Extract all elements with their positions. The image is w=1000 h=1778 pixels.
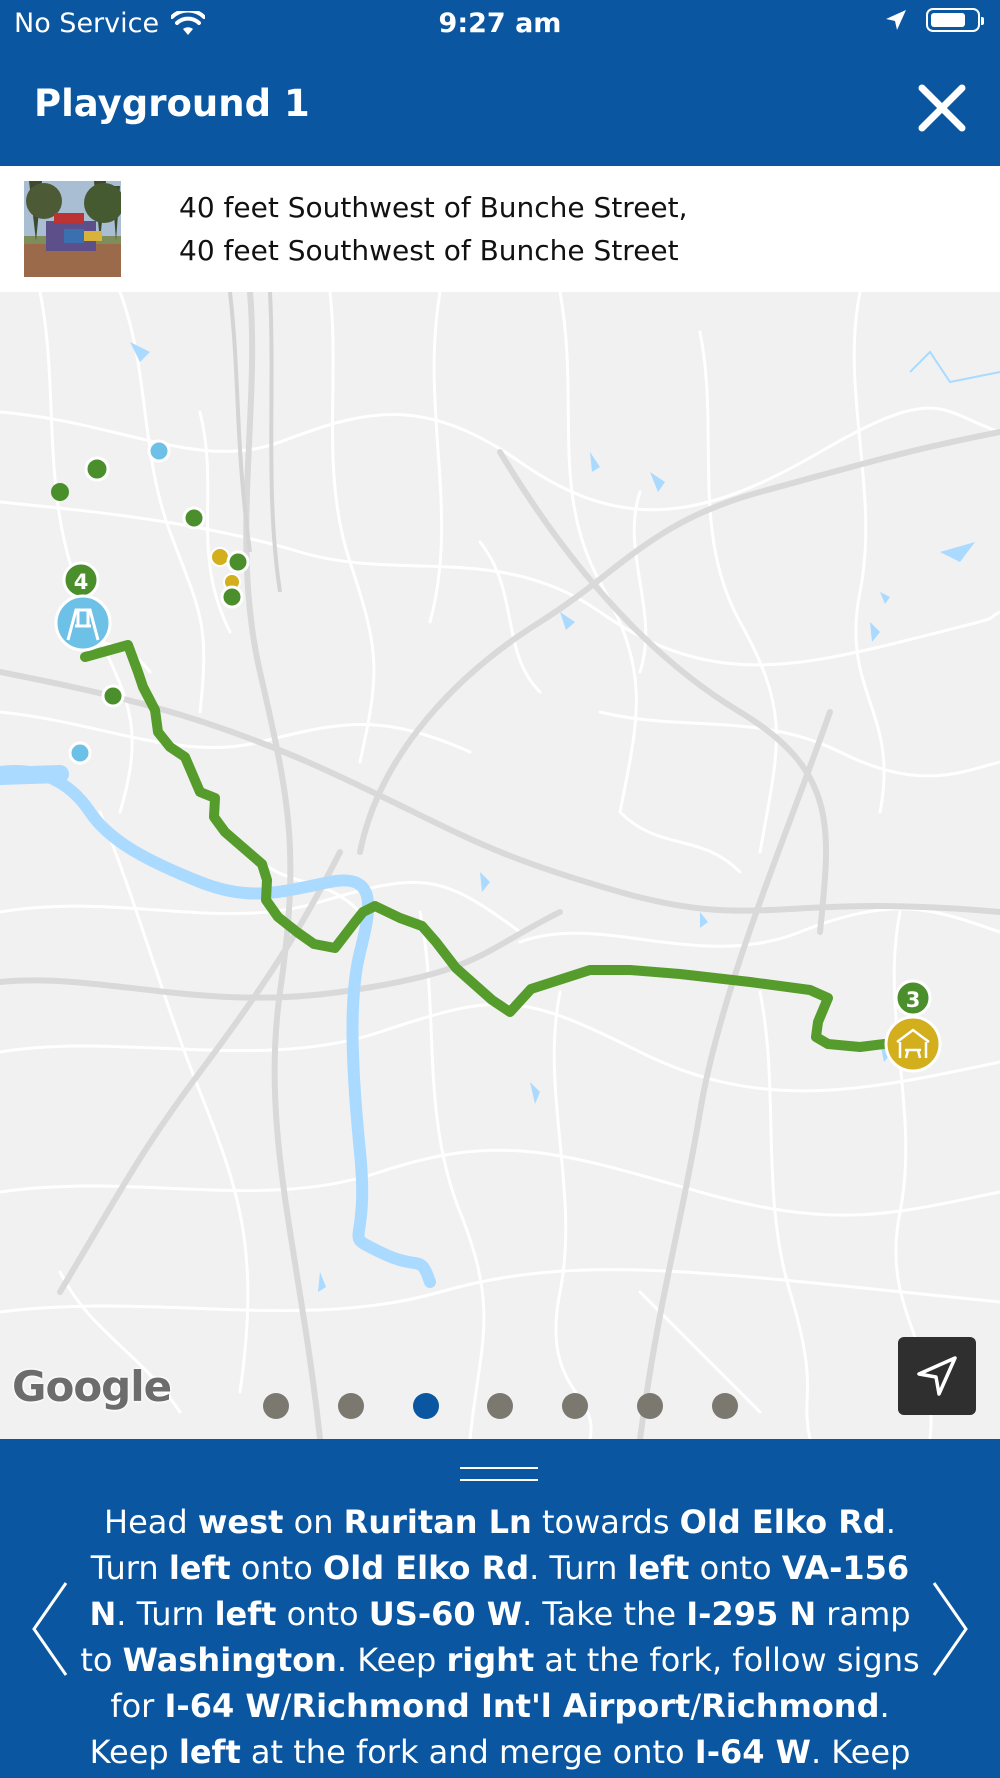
direction-keyword: Old Elko Rd bbox=[679, 1503, 886, 1541]
direction-keyword: left bbox=[214, 1595, 277, 1633]
battery-icon bbox=[926, 8, 984, 32]
status-bar: No Service 9:27 am bbox=[0, 0, 1000, 48]
address-line-2: 40 feet Southwest of Bunche Street bbox=[179, 234, 679, 267]
navigation-arrow-icon bbox=[917, 1356, 957, 1396]
direction-keyword: Ruritan Ln bbox=[343, 1503, 532, 1541]
direction-text: / bbox=[280, 1687, 292, 1725]
location-arrow-icon bbox=[886, 10, 906, 30]
direction-text: towards bbox=[531, 1503, 680, 1541]
direction-keyword: Old Elko Rd bbox=[323, 1549, 530, 1587]
header: Playground 1 bbox=[0, 48, 1000, 166]
status-icons bbox=[884, 8, 984, 32]
address-line-1: 40 feet Southwest of Bunche Street, bbox=[179, 191, 688, 224]
direction-text: on bbox=[283, 1503, 344, 1541]
direction-keyword: Washington bbox=[122, 1641, 337, 1679]
page-indicator[interactable] bbox=[0, 1393, 1000, 1419]
direction-keyword: Richmond bbox=[701, 1687, 880, 1725]
page-dot-6[interactable] bbox=[637, 1393, 663, 1419]
direction-keyword: west bbox=[197, 1503, 284, 1541]
page-dot-7[interactable] bbox=[712, 1393, 738, 1419]
direction-text: onto bbox=[276, 1595, 369, 1633]
direction-text: / bbox=[690, 1687, 702, 1725]
direction-text: onto bbox=[689, 1549, 782, 1587]
clock: 9:27 am bbox=[438, 8, 562, 39]
direction-keyword: I-64 W bbox=[164, 1687, 281, 1725]
page-dot-1[interactable] bbox=[263, 1393, 289, 1419]
page-title: Playground 1 bbox=[34, 82, 310, 125]
my-location-button[interactable] bbox=[898, 1337, 976, 1415]
close-icon[interactable] bbox=[916, 82, 968, 134]
page-dot-3[interactable] bbox=[413, 1393, 439, 1419]
direction-text: . Keep bbox=[336, 1641, 447, 1679]
page-dot-2[interactable] bbox=[338, 1393, 364, 1419]
direction-text: at the fork and merge onto bbox=[240, 1733, 695, 1771]
playground-photo[interactable] bbox=[24, 181, 121, 277]
directions-panel: Head west on Ruritan Ln towards Old Elko… bbox=[0, 1439, 1000, 1778]
direction-keyword: I-295 N bbox=[686, 1595, 817, 1633]
direction-keyword: left bbox=[627, 1549, 690, 1587]
directions-text: Head west on Ruritan Ln towards Old Elko… bbox=[80, 1499, 920, 1775]
page-dot-4[interactable] bbox=[487, 1393, 513, 1419]
marker-4-label: 4 bbox=[74, 570, 89, 594]
direction-keyword: US-60 W bbox=[368, 1595, 523, 1633]
location-info: 40 feet Southwest of Bunche Street, 40 f… bbox=[0, 166, 1000, 292]
direction-keyword: Richmond Int'l Airport bbox=[291, 1687, 691, 1725]
next-step-icon[interactable] bbox=[926, 1577, 974, 1681]
marker-3-label: 3 bbox=[906, 988, 921, 1012]
drag-handle[interactable] bbox=[460, 1467, 538, 1485]
direction-keyword: right bbox=[446, 1641, 535, 1679]
direction-text: onto bbox=[230, 1549, 324, 1587]
direction-keyword: left bbox=[168, 1549, 231, 1587]
direction-text: . Keep bbox=[810, 1733, 911, 1771]
direction-text: Head bbox=[104, 1503, 198, 1541]
previous-step-icon[interactable] bbox=[26, 1577, 74, 1681]
direction-text: . Take the bbox=[522, 1595, 687, 1633]
direction-keyword: left bbox=[178, 1733, 241, 1771]
page-dot-5[interactable] bbox=[562, 1393, 588, 1419]
direction-text: . Turn bbox=[116, 1595, 215, 1633]
direction-keyword: I-64 W bbox=[694, 1733, 811, 1771]
address: 40 feet Southwest of Bunche Street, 40 f… bbox=[179, 186, 688, 272]
map-canvas[interactable]: 4 3 bbox=[0, 292, 1000, 1439]
map-view[interactable]: 4 3 Google bbox=[0, 292, 1000, 1439]
direction-text: . Turn bbox=[529, 1549, 628, 1587]
